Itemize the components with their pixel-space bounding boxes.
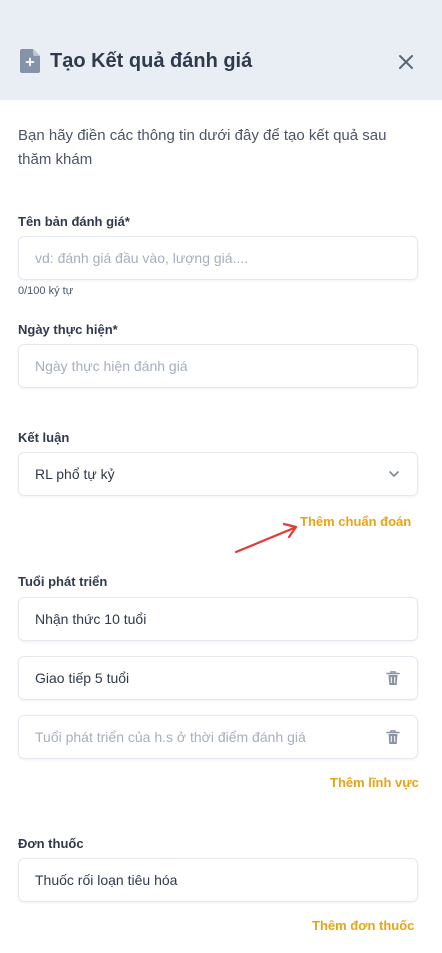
close-icon[interactable]	[394, 50, 418, 74]
development-age-value: Giao tiếp 5 tuổi	[35, 670, 130, 686]
document-add-icon	[20, 49, 40, 73]
prescription-label: Đơn thuốc	[18, 836, 84, 851]
annotation-arrow	[234, 522, 298, 554]
date-input[interactable]	[18, 344, 418, 388]
trash-icon[interactable]	[385, 729, 401, 745]
chevron-down-icon	[389, 471, 399, 477]
prescription-value: Thuốc rối loạn tiêu hóa	[35, 872, 178, 888]
development-age-value: Nhận thức 10 tuổi	[35, 611, 147, 627]
modal-header: Tạo Kết quả đánh giá	[0, 0, 442, 100]
development-age-placeholder: Tuổi phát triển của h.s ở thời điểm đánh…	[35, 729, 306, 745]
add-prescription-link[interactable]: Thêm đơn thuốc	[312, 918, 414, 933]
development-age-label: Tuổi phát triển	[18, 574, 108, 589]
add-field-link[interactable]: Thêm lĩnh vực	[330, 775, 419, 790]
development-age-item[interactable]: Nhận thức 10 tuổi	[18, 597, 418, 641]
trash-icon[interactable]	[385, 670, 401, 686]
intro-text: Bạn hãy điền các thông tin dưới đây để t…	[18, 127, 387, 168]
conclusion-label: Kết luận	[18, 430, 70, 445]
development-age-empty-item[interactable]: Tuổi phát triển của h.s ở thời điểm đánh…	[18, 715, 418, 759]
conclusion-select[interactable]: RL phổ tự kỷ	[18, 452, 418, 496]
add-diagnosis-link[interactable]: Thêm chuẩn đoán	[300, 514, 411, 529]
assessment-name-label: Tên bản đánh giá*	[18, 214, 130, 229]
prescription-item[interactable]: Thuốc rối loạn tiêu hóa	[18, 858, 418, 902]
assessment-name-input[interactable]	[18, 236, 418, 280]
modal-title: Tạo Kết quả đánh giá	[50, 50, 253, 72]
conclusion-selected-value: RL phổ tự kỷ	[35, 466, 115, 482]
character-counter: 0/100 ký tự	[18, 285, 74, 297]
development-age-item[interactable]: Giao tiếp 5 tuổi	[18, 656, 418, 700]
date-label: Ngày thực hiện*	[18, 322, 118, 337]
